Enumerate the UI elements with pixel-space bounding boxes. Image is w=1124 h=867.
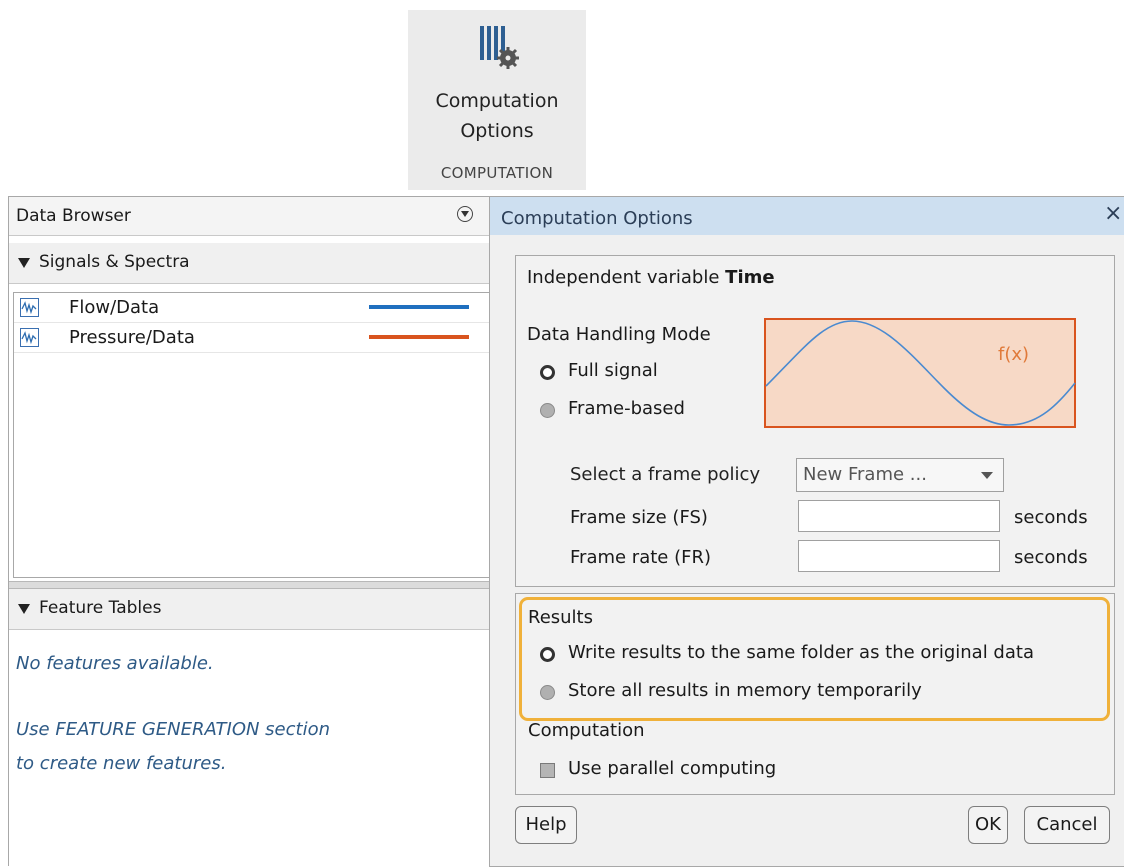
frame-rate-label: Frame rate (FR) [570,547,711,568]
signal-color-line [369,335,469,339]
feature-tables-section-label: Feature Tables [39,598,162,618]
frame-policy-select[interactable]: New Frame ... [796,458,1004,492]
frame-size-unit: seconds [1014,507,1088,528]
cancel-button[interactable]: Cancel [1024,806,1110,844]
data-browser-header: Data Browser [9,197,496,236]
frame-policy-label: Select a frame policy [570,464,761,485]
radio-unselected-icon [540,403,555,418]
parallel-computing-label: Use parallel computing [568,758,777,779]
feature-tables-section-header[interactable]: Feature Tables [9,589,496,630]
signal-color-line [369,305,469,309]
computation-options-label-2: Options [460,120,534,142]
data-browser-title: Data Browser [16,206,131,226]
list-item[interactable]: Flow/Data [14,293,493,323]
feature-help-line-1: Use FEATURE GENERATION section [16,719,331,740]
frame-policy-value: New Frame ... [803,464,927,485]
signal-icon [20,298,39,317]
help-button[interactable]: Help [515,806,577,844]
no-features-message: No features available. [16,653,214,674]
toolstrip-section-label: COMPUTATION [440,164,554,182]
sine-wave-illustration [764,318,1076,428]
panel-menu-icon[interactable] [457,206,473,222]
computation-options-icon [480,26,519,69]
frame-rate-field[interactable] [798,540,1000,572]
dialog-title: Computation Options [501,208,693,229]
radio-unselected-icon [540,685,555,700]
signals-section-header[interactable]: Signals & Spectra [9,243,496,284]
store-memory-label: Store all results in memory temporarily [568,680,922,701]
frame-based-label: Frame-based [568,398,685,419]
independent-variable-label: Independent variable [527,267,720,288]
radio-selected-icon [540,647,555,662]
data-handling-label: Data Handling Mode [527,324,711,345]
radio-selected-icon [540,365,555,380]
signal-name: Pressure/Data [69,327,195,348]
plot-function-label: f(x) [998,344,1030,365]
computation-label: Computation [528,720,645,741]
data-browser-panel: Data Browser Signals & Spectra Flow/Data… [8,196,496,866]
dialog-title-bar[interactable]: Computation Options × [490,197,1124,235]
collapse-triangle-icon [18,604,30,614]
computation-options-dialog: Computation Options × Independent variab… [489,196,1124,867]
list-item[interactable]: Pressure/Data [14,323,493,353]
signals-section-label: Signals & Spectra [39,252,190,272]
frame-size-field[interactable] [798,500,1000,532]
ok-button[interactable]: OK [968,806,1008,844]
computation-options-label-1: Computation [435,90,559,112]
frame-rate-unit: seconds [1014,547,1088,568]
computation-options-button[interactable]: Computation Options COMPUTATION [408,10,586,190]
full-signal-label: Full signal [568,360,658,381]
feature-help-line-2: to create new features. [16,753,227,774]
results-label: Results [528,607,593,628]
write-results-label: Write results to the same folder as the … [568,642,1034,663]
independent-variable-row: Independent variable Time [527,267,775,288]
data-handling-group: Independent variable Time Data Handling … [515,255,1115,587]
signal-name: Flow/Data [69,297,160,318]
independent-variable-value: Time [725,267,775,288]
chevron-down-icon [981,472,993,479]
panel-splitter[interactable] [9,581,496,589]
close-icon[interactable]: × [1104,201,1122,226]
frame-size-label: Frame size (FS) [570,507,708,528]
collapse-triangle-icon [18,258,30,268]
signal-icon [20,328,39,347]
checkbox-icon [540,763,555,778]
signals-list: Flow/Data Pressure/Data [13,292,494,578]
